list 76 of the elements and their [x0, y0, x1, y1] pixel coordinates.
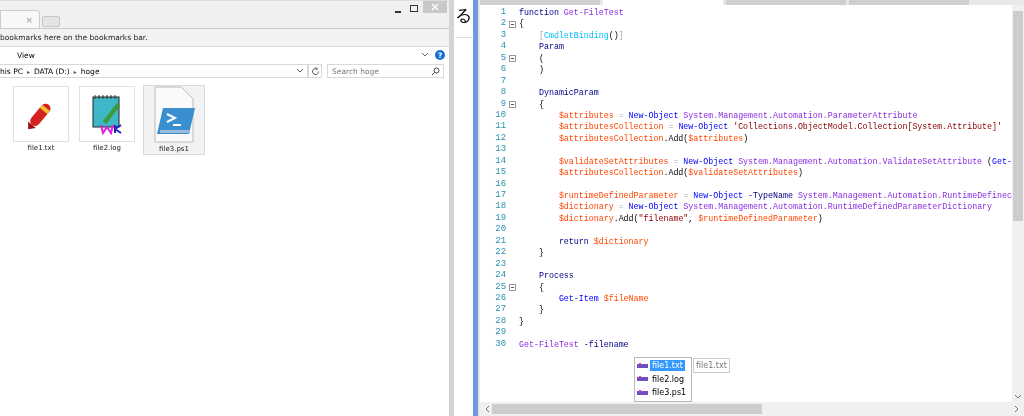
code-line: $runtimeDefinedParameter = New-Object -TypeName System.Management.Automation.RuntimeDefinec [557, 190, 1012, 202]
line-number: 13 [494, 144, 507, 156]
completion-item[interactable]: file2.log [635, 372, 692, 386]
line-number: 5 [499, 52, 507, 65]
code-line: return $dictionary [557, 235, 649, 248]
line-number: 17 [494, 190, 507, 202]
line-number: 6 [499, 64, 507, 76]
completion-tooltip: file1.txt [693, 358, 730, 373]
code-line: $dictionary = New-Object System.Management.Automation.RuntimeDefinedParameterDictionary [557, 201, 993, 213]
line-number: 9 [499, 98, 507, 110]
line-number: 4 [499, 41, 507, 53]
line-number: 8 [499, 87, 507, 99]
line-number: 30 [494, 338, 507, 351]
collapse-icon[interactable] [509, 20, 517, 28]
vertical-scrollbar[interactable] [1012, 5, 1024, 402]
line-number: 20 [494, 224, 507, 236]
code-line: } [537, 247, 544, 259]
code-line: $attributesCollection.Add($attributes) [557, 132, 749, 145]
code-line: Get-FileTest -filename [519, 338, 629, 351]
code-line: $attributesCollection.Add($validateSetAttributes) [557, 167, 803, 179]
code-line: { [519, 18, 525, 30]
completion-item[interactable]: file3.ps1 [635, 386, 692, 400]
line-number: 18 [494, 201, 507, 213]
line-number: 23 [494, 258, 507, 271]
code-line: { [537, 281, 544, 293]
search-icon [431, 66, 441, 76]
close-icon [431, 3, 440, 11]
collapse-icon[interactable] [509, 54, 517, 62]
code-line: $validateSetAttributes = New-Object System.Management.Automation.ValidateSetAttribute (Get- [557, 155, 1012, 168]
caret-icon[interactable] [421, 52, 430, 58]
line-number: 2 [499, 18, 507, 30]
code-line: { [537, 98, 544, 110]
line-number: 26 [494, 292, 507, 305]
horizontal-scrollbar[interactable] [480, 402, 1024, 416]
line-number: 1 [499, 7, 507, 19]
line-number: 19 [494, 212, 507, 225]
line-number: 22 [494, 247, 507, 259]
line-number: 21 [494, 235, 507, 248]
code-line: [CmdletBinding()] [537, 29, 624, 42]
line-number: 12 [494, 132, 507, 145]
line-number: 11 [494, 121, 507, 133]
background-text: る [455, 4, 475, 38]
code-line: Get-Item $fileName [557, 292, 649, 305]
line-number: 10 [494, 109, 507, 122]
parameter-icon [637, 389, 649, 396]
line-number: 14 [494, 155, 507, 168]
refresh-icon [310, 66, 320, 76]
code-line: DynamicParam [537, 87, 599, 99]
parameter-icon [637, 362, 649, 369]
line-number: 15 [494, 167, 507, 179]
scroll-down-icon[interactable] [1014, 394, 1022, 400]
code-line: } [519, 315, 525, 328]
scroll-left-icon[interactable] [484, 405, 491, 413]
code-line: Param [537, 41, 564, 53]
code-line: $attributesCollection = New-Object 'Collections.ObjectModel.Collection[System.Attribute]' [557, 121, 1002, 133]
line-number: 24 [494, 270, 507, 282]
code-line: ) [537, 64, 544, 76]
code-line: function Get-FileTest [519, 7, 624, 19]
code-line: $dictionary.Add("filename", $runtimeDefinedParameter) [557, 212, 823, 225]
line-number: 16 [494, 178, 507, 190]
code-line: Process [537, 270, 574, 282]
code-line: $attributes = New-Object System.Management.Automation.ParameterAttribute [557, 109, 918, 122]
line-number: 29 [494, 327, 507, 339]
line-number: 27 [494, 304, 507, 316]
line-number: 28 [494, 315, 507, 328]
line-number: 7 [499, 75, 507, 88]
code-line: ( [537, 52, 544, 65]
dropdown-icon[interactable] [296, 68, 304, 74]
code-line: } [537, 304, 544, 316]
collapse-icon[interactable] [509, 100, 517, 108]
parameter-icon [637, 376, 649, 383]
line-number: 25 [494, 281, 507, 293]
scroll-right-icon[interactable] [1014, 405, 1020, 413]
collapse-icon[interactable] [509, 283, 517, 291]
refresh-button[interactable] [308, 64, 322, 78]
line-number: 3 [499, 29, 507, 42]
